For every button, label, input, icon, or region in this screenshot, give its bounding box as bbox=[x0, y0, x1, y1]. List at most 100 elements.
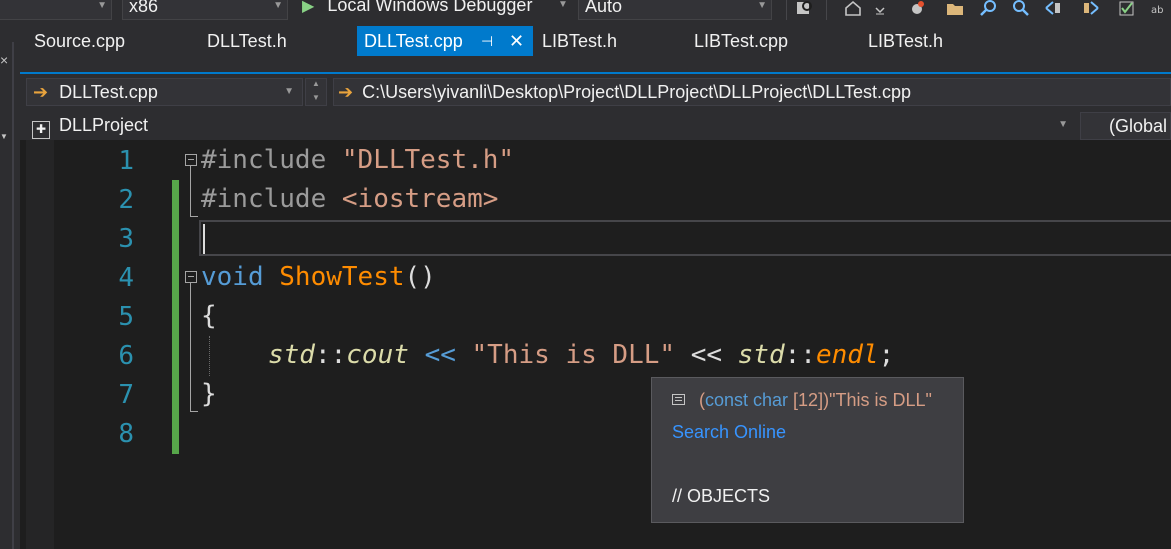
mode-label: Auto bbox=[585, 0, 623, 16]
operator: << bbox=[690, 340, 722, 370]
mode-dropdown[interactable]: Auto ▼ bbox=[578, 0, 772, 20]
scope-operator: :: bbox=[784, 340, 816, 370]
change-tracking-bar bbox=[172, 180, 179, 454]
code-line-2[interactable]: #include <iostream> bbox=[201, 184, 498, 214]
tab-source-cpp[interactable]: Source.cpp bbox=[34, 26, 184, 56]
find-in-files-icon[interactable] bbox=[796, 0, 814, 16]
collapse-icon[interactable] bbox=[185, 271, 197, 283]
punctuation: () bbox=[404, 262, 436, 292]
chevron-down-icon: ▼ bbox=[284, 86, 294, 97]
configuration-dropdown[interactable]: ▼ bbox=[0, 0, 112, 20]
platform-dropdown[interactable]: x86 ▼ bbox=[122, 0, 288, 20]
settings-icon[interactable] bbox=[908, 0, 926, 16]
text-cursor bbox=[203, 224, 205, 254]
toolbar-separator bbox=[826, 0, 827, 20]
constant-icon bbox=[672, 394, 685, 405]
line-number: 5 bbox=[118, 302, 134, 332]
close-icon[interactable]: ✕ bbox=[509, 26, 524, 56]
tab-label: LIBTest.cpp bbox=[694, 31, 789, 51]
chevron-down-icon: ▼ bbox=[558, 0, 568, 10]
scope-operator: :: bbox=[314, 340, 347, 370]
start-debugger-button[interactable]: ▶ Local Windows Debugger ▼ bbox=[296, 0, 572, 20]
code-line-6[interactable]: std::cout << "This is DLL" << std::endl; bbox=[268, 340, 894, 370]
file-path-bar[interactable]: ➔ C:\Users\yivanli\Desktop\Project\DLLPr… bbox=[333, 78, 1171, 106]
pin-icon[interactable]: ⊣ bbox=[481, 26, 493, 56]
chevron-down-icon: ▼ bbox=[312, 93, 320, 102]
nav-spinner[interactable]: ▲ ▼ bbox=[305, 78, 327, 106]
value-literal: "This is DLL" bbox=[829, 390, 932, 410]
glyph-margin bbox=[26, 140, 54, 549]
include-path: <iostream> bbox=[341, 184, 499, 214]
file-nav-dropdown[interactable]: ➔ DLLTest.cpp ▼ bbox=[26, 78, 303, 106]
outline-guide bbox=[190, 411, 198, 412]
tab-libtest-h[interactable]: LIBTest.h bbox=[542, 26, 682, 56]
line-number: 1 bbox=[118, 146, 134, 176]
search-icon[interactable] bbox=[980, 0, 998, 16]
current-line-highlight bbox=[199, 220, 1171, 256]
chevron-down-icon[interactable]: ▼ bbox=[0, 132, 8, 141]
debugger-label: Local Windows Debugger bbox=[327, 0, 533, 15]
scope-label: (Global bbox=[1109, 116, 1168, 136]
arrow-right-icon: ➔ bbox=[33, 82, 49, 102]
tab-libtest-h-2[interactable]: LIBTest.h bbox=[868, 26, 1008, 56]
namespace: std bbox=[268, 340, 315, 370]
tab-label: DLLTest.cpp bbox=[364, 31, 463, 51]
toolbar: ▼ x86 ▼ ▶ Local Windows Debugger ▼ Auto … bbox=[0, 0, 1171, 20]
navigate-back-icon[interactable] bbox=[1044, 0, 1062, 16]
text-abc-icon[interactable]: ab bbox=[1150, 0, 1168, 16]
outline-guide bbox=[190, 166, 191, 216]
project-dropdown[interactable]: ✚ DLLProject ▼ bbox=[26, 112, 1076, 140]
line-number: 3 bbox=[118, 224, 134, 254]
tab-label: LIBTest.h bbox=[868, 31, 944, 51]
line-number: 2 bbox=[118, 185, 134, 215]
tab-dlltest-h[interactable]: DLLTest.h bbox=[207, 26, 347, 56]
collapse-icon[interactable] bbox=[185, 154, 197, 166]
preprocessor-directive: #include bbox=[201, 145, 327, 175]
outline-guide bbox=[190, 283, 191, 411]
keyword: void bbox=[201, 262, 264, 292]
folder-icon[interactable] bbox=[946, 0, 964, 16]
project-label: DLLProject bbox=[59, 115, 149, 135]
project-icon: ✚ bbox=[32, 121, 50, 139]
code-line-5[interactable]: { bbox=[201, 301, 217, 331]
identifier-cout: cout bbox=[346, 340, 409, 370]
arrow-right-icon: ➔ bbox=[338, 82, 354, 102]
scope-dropdown[interactable]: (Global bbox=[1080, 112, 1171, 140]
indent-guide bbox=[209, 336, 210, 376]
code-line-1[interactable]: #include "DLLTest.h" bbox=[201, 145, 514, 175]
home-icon[interactable] bbox=[844, 0, 862, 16]
function-name: ShowTest bbox=[279, 262, 405, 292]
chevron-down-icon: ▼ bbox=[1058, 119, 1068, 130]
line-number: 6 bbox=[118, 341, 134, 371]
chevron-down-icon: ▼ bbox=[757, 0, 767, 11]
tab-label: LIBTest.h bbox=[542, 31, 618, 51]
search-online-link[interactable]: Search Online bbox=[672, 422, 786, 443]
namespace: std bbox=[737, 340, 785, 370]
close-icon[interactable]: × bbox=[0, 52, 8, 68]
brace: } bbox=[201, 379, 217, 409]
left-tool-rail: × ▼ bbox=[0, 20, 20, 549]
code-line-4[interactable]: void ShowTest() bbox=[201, 262, 436, 292]
line-number: 7 bbox=[118, 380, 134, 410]
line-number: 8 bbox=[118, 419, 134, 449]
navigate-forward-icon[interactable] bbox=[1082, 0, 1100, 16]
code-line-7[interactable]: } bbox=[201, 379, 217, 409]
tab-libtest-cpp[interactable]: LIBTest.cpp bbox=[694, 26, 844, 56]
zoom-icon[interactable] bbox=[1012, 0, 1030, 16]
tab-label: DLLTest.h bbox=[207, 31, 287, 51]
file-path-label: C:\Users\yivanli\Desktop\Project\DLLProj… bbox=[362, 82, 911, 102]
operator: << bbox=[424, 340, 456, 370]
string-literal[interactable]: "This is DLL" bbox=[472, 340, 676, 370]
overflow-icon[interactable] bbox=[874, 0, 886, 16]
include-path: "DLLTest.h" bbox=[341, 145, 515, 175]
file-nav-label: DLLTest.cpp bbox=[59, 82, 158, 102]
tooltip-comment: // OBJECTS bbox=[672, 486, 771, 506]
tab-dlltest-cpp[interactable]: DLLTest.cpp ⊣ ✕ bbox=[357, 26, 533, 56]
chevron-down-icon: ▼ bbox=[97, 0, 107, 11]
check-icon[interactable] bbox=[1118, 0, 1136, 16]
brace: { bbox=[201, 301, 217, 331]
identifier-endl: endl bbox=[815, 340, 879, 370]
tab-label: Source.cpp bbox=[34, 31, 126, 51]
quickinfo-tooltip: (const char [12])"This is DLL" Search On… bbox=[651, 377, 964, 523]
quickinfo-signature: (const char [12])"This is DLL" bbox=[672, 390, 932, 411]
